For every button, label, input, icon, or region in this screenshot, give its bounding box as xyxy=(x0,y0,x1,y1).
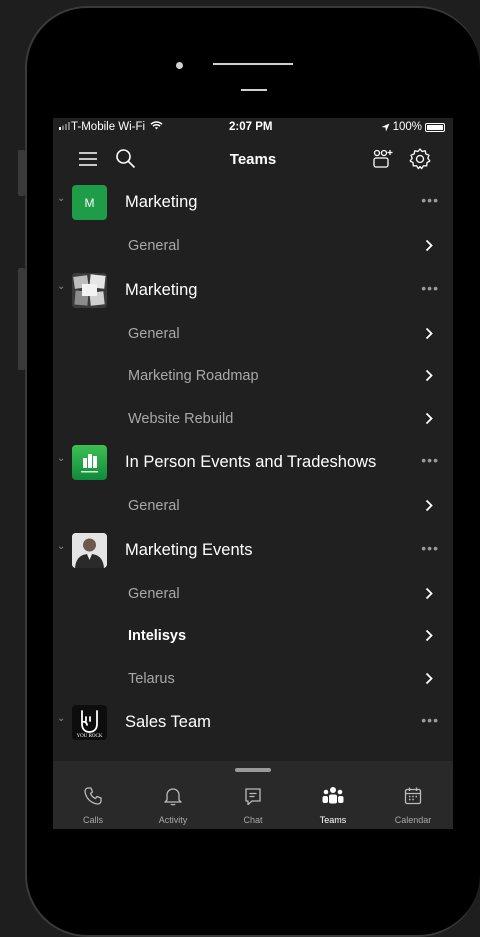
clock: 2:07 PM xyxy=(229,121,273,133)
carrier-text: T-Mobile Wi-Fi xyxy=(71,121,146,133)
bell-icon xyxy=(164,788,182,806)
tab-chat[interactable]: Chat xyxy=(213,786,293,825)
channel-name: Telarus xyxy=(128,670,175,687)
team-row-sales-team[interactable]: ⌄ YOU ROCK Sales Team ••• xyxy=(53,700,453,745)
battery-percent: 100% xyxy=(392,121,422,133)
tab-activity[interactable]: Activity xyxy=(133,786,213,825)
channel-name: Marketing Roadmap xyxy=(128,368,259,384)
team-avatar: M xyxy=(72,185,107,220)
create-team-icon[interactable] xyxy=(371,147,395,171)
tab-label: Chat xyxy=(243,815,263,825)
more-options-icon[interactable]: ••• xyxy=(421,540,439,556)
chevron-right-icon xyxy=(425,369,433,382)
teams-icon xyxy=(322,787,344,804)
team-avatar xyxy=(72,272,107,308)
avatar-initial: M xyxy=(84,195,95,210)
team-avatar xyxy=(72,445,107,480)
tab-calls[interactable]: Calls xyxy=(53,786,133,825)
chevron-down-icon[interactable]: ⌄ xyxy=(57,281,65,292)
chat-icon xyxy=(245,788,261,806)
chevron-right-icon xyxy=(425,629,433,642)
bottom-tab-bar: Calls Activity Chat Teams Calendar xyxy=(53,761,453,829)
chevron-right-icon xyxy=(425,587,433,599)
chevron-down-icon[interactable]: ⌄ xyxy=(57,193,65,204)
tab-label: Calls xyxy=(82,815,103,825)
channel-name: General xyxy=(128,238,180,254)
chevron-down-icon[interactable]: ⌄ xyxy=(57,541,65,552)
chevron-right-icon xyxy=(425,327,433,339)
earpiece-speaker xyxy=(213,63,293,65)
team-row-in-person-events[interactable]: ⌄ In Person Events and Tradeshows ••• xyxy=(53,440,453,485)
team-name: Marketing Events xyxy=(125,540,253,559)
more-options-icon[interactable]: ••• xyxy=(421,712,439,728)
tab-label: Teams xyxy=(319,815,347,825)
channel-row-general[interactable]: General xyxy=(53,573,453,616)
chevron-down-icon[interactable]: ⌄ xyxy=(57,713,65,724)
chevron-right-icon xyxy=(425,239,433,252)
channel-row-intelisys[interactable]: Intelisys xyxy=(53,615,453,658)
team-name: Sales Team xyxy=(125,713,211,731)
mute-switch xyxy=(18,150,25,196)
channel-row-general[interactable]: General xyxy=(53,313,453,356)
person-photo-avatar-image xyxy=(72,532,107,568)
tab-teams[interactable]: Teams xyxy=(293,786,373,825)
team-row-marketing-events[interactable]: ⌄ Marketing Events ••• xyxy=(53,528,453,573)
channel-name: General xyxy=(128,325,180,342)
top-app-bar: Teams xyxy=(53,140,453,178)
tab-label: Calendar xyxy=(394,815,432,825)
phone-icon xyxy=(84,787,102,805)
battery-icon xyxy=(425,122,445,132)
drag-handle[interactable] xyxy=(235,768,271,772)
teams-list: ⌄ M Marketing ••• General ⌄ Marketing ••… xyxy=(53,180,453,745)
channel-name: General xyxy=(128,498,180,514)
channel-row-general[interactable]: General xyxy=(53,225,453,268)
channel-name: General xyxy=(128,585,180,602)
chevron-right-icon xyxy=(425,499,433,512)
tab-label: Activity xyxy=(158,815,188,825)
chart-logo-avatar-image xyxy=(81,454,98,473)
settings-gear-icon[interactable] xyxy=(407,146,432,171)
more-options-icon[interactable]: ••• xyxy=(421,452,439,468)
team-avatar: YOU ROCK xyxy=(72,705,107,740)
team-name: Marketing xyxy=(125,280,198,299)
channel-row-marketing-roadmap[interactable]: Marketing Roadmap xyxy=(53,355,453,398)
team-avatar xyxy=(72,532,107,568)
chevron-down-icon[interactable]: ⌄ xyxy=(57,453,65,464)
tab-calendar[interactable]: Calendar xyxy=(373,786,453,825)
more-options-icon[interactable]: ••• xyxy=(421,192,439,208)
channel-row-website-rebuild[interactable]: Website Rebuild xyxy=(53,398,453,441)
sensor-line xyxy=(241,89,267,91)
location-icon xyxy=(381,123,390,131)
avatar-caption: YOU ROCK xyxy=(76,734,103,739)
team-name: Marketing xyxy=(125,193,198,211)
collage-avatar-image xyxy=(72,272,107,308)
calendar-icon xyxy=(404,787,422,805)
carrier-label: T-Mobile Wi-Fi xyxy=(59,121,163,133)
volume-button xyxy=(18,268,25,370)
channel-row-general[interactable]: General xyxy=(53,485,453,528)
app-screen: T-Mobile Wi-Fi 2:07 PM 100% Teams ⌄ M Ma… xyxy=(53,118,453,829)
team-name: In Person Events and Tradeshows xyxy=(125,453,377,471)
status-bar: T-Mobile Wi-Fi 2:07 PM 100% xyxy=(53,118,453,138)
battery-status: 100% xyxy=(381,121,445,133)
chevron-right-icon xyxy=(425,412,433,424)
channel-row-telarus[interactable]: Telarus xyxy=(53,658,453,701)
chevron-right-icon xyxy=(425,672,433,684)
team-row-marketing[interactable]: ⌄ M Marketing ••• xyxy=(53,180,453,225)
front-camera xyxy=(176,62,183,69)
more-options-icon[interactable]: ••• xyxy=(421,280,439,296)
wifi-icon xyxy=(150,121,163,130)
channel-name-unread: Intelisys xyxy=(128,628,187,644)
team-row-marketing-2[interactable]: ⌄ Marketing ••• xyxy=(53,268,453,313)
channel-name: Website Rebuild xyxy=(128,410,234,427)
signal-icon xyxy=(59,122,70,130)
